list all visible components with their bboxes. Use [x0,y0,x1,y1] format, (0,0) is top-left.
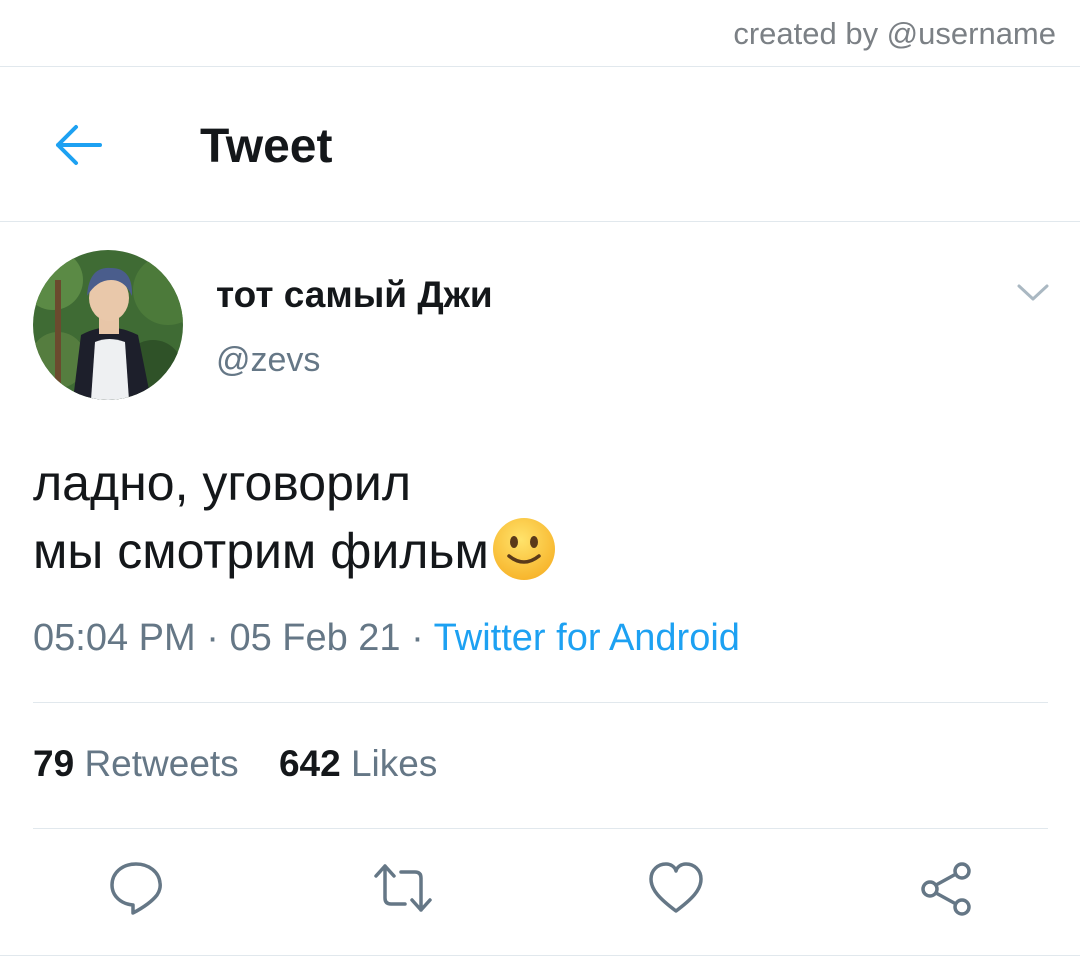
avatar-image [33,250,183,400]
avatar[interactable] [33,250,183,400]
tweet-meta: 05:04 PM · 05 Feb 21 · Twitter for Andro… [33,617,740,660]
tweet-text: ладно, уговорил мы смотрим фильм [33,450,1033,584]
tweet-line: мы смотрим фильм [33,523,489,579]
tweet-source-link[interactable]: Twitter for Android [434,617,740,659]
like-count: 642 [278,743,341,784]
retweets-stat[interactable]: 79 Retweets [33,743,239,784]
arrow-left-icon[interactable] [52,122,104,168]
tweet-line: ладно, уговорил [33,455,412,511]
page-title: Tweet [200,120,333,173]
slightly-smiling-face-icon [492,518,555,580]
watermark-text: created by @username [733,16,1056,51]
divider [33,702,1048,703]
retweet-count: 79 [33,743,75,784]
meta-separator: · [400,617,434,659]
heart-icon[interactable] [646,858,706,918]
chevron-down-icon[interactable] [1015,280,1051,304]
action-bar [0,858,1080,928]
reply-icon[interactable] [106,858,166,918]
retweet-label: Retweets [84,743,239,784]
tweet-stats: 79 Retweets 642 Likes [33,743,467,785]
display-name[interactable]: тот самый Джи [216,274,493,316]
tweet-line-with-emoji: мы смотрим фильм [33,516,1033,584]
tweet-date: 05 Feb 21 [229,617,401,659]
divider [33,828,1048,829]
retweet-icon[interactable] [373,858,433,918]
user-handle[interactable]: @zevs [216,341,320,380]
like-label: Likes [350,743,438,784]
tweet-time: 05:04 PM [33,617,196,659]
watermark-bar: created by @username [0,0,1080,67]
meta-separator: · [195,617,230,659]
share-icon[interactable] [916,858,976,918]
top-app-bar: Tweet [0,67,1080,222]
likes-stat[interactable]: 642 Likes [279,743,437,784]
divider [0,955,1080,956]
